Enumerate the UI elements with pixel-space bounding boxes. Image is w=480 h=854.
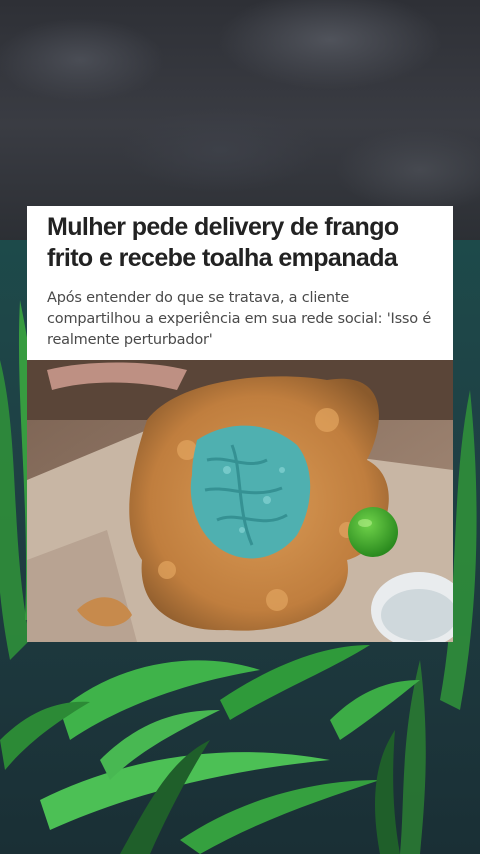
headline-card[interactable]: Mulher pede delivery de frango frito e r…	[27, 206, 453, 360]
article-headline: Mulher pede delivery de frango frito e r…	[47, 213, 399, 272]
article-subhead: Após entender do que se tratava, a clien…	[47, 290, 432, 348]
fried-chicken-towel-photo	[27, 360, 453, 642]
article-photo[interactable]	[27, 360, 453, 642]
